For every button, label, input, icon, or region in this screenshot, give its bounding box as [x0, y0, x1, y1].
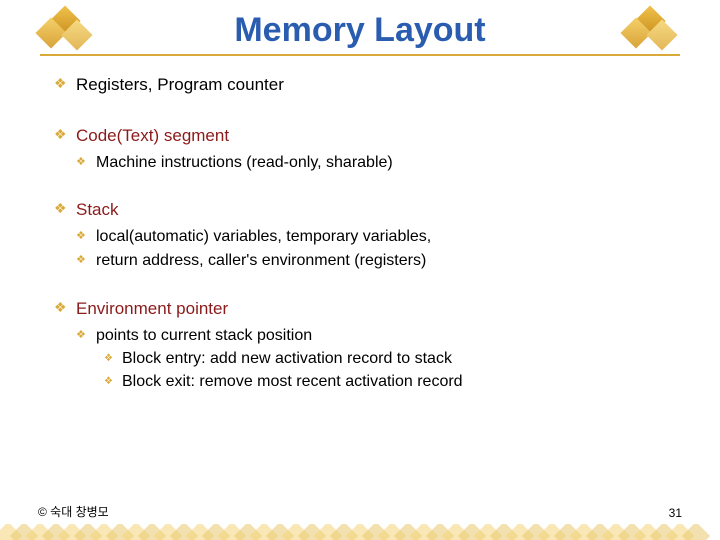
cube-decoration-right-icon	[625, 10, 680, 50]
title-row: Memory Layout	[40, 10, 680, 50]
bullet-block-entry: Block entry: add new activation record t…	[50, 348, 670, 370]
footer: © 숙대 창병모 31	[0, 500, 720, 540]
bullet-stack-sub1: local(automatic) variables, temporary va…	[50, 226, 670, 248]
slide: Memory Layout Registers, Program counter…	[0, 0, 720, 540]
slide-title: Memory Layout	[95, 11, 625, 50]
bullet-code-segment: Code(Text) segment	[50, 125, 670, 148]
cube-decoration-left-icon	[40, 10, 95, 50]
bullet-stack-sub2: return address, caller's environment (re…	[50, 250, 670, 272]
bullet-stack: Stack	[50, 199, 670, 222]
bullet-env-pointer: Environment pointer	[50, 298, 670, 321]
page-number: 31	[669, 506, 682, 520]
copyright-text: © 숙대 창병모	[38, 503, 109, 520]
title-underline	[40, 54, 680, 56]
bullet-registers: Registers, Program counter	[50, 74, 670, 97]
bullet-code-segment-sub: Machine instructions (read-only, sharabl…	[50, 152, 670, 174]
diamond-band-icon	[0, 524, 720, 540]
bullet-env-pointer-sub: points to current stack position	[50, 325, 670, 347]
bullet-block-exit: Block exit: remove most recent activatio…	[50, 371, 670, 393]
